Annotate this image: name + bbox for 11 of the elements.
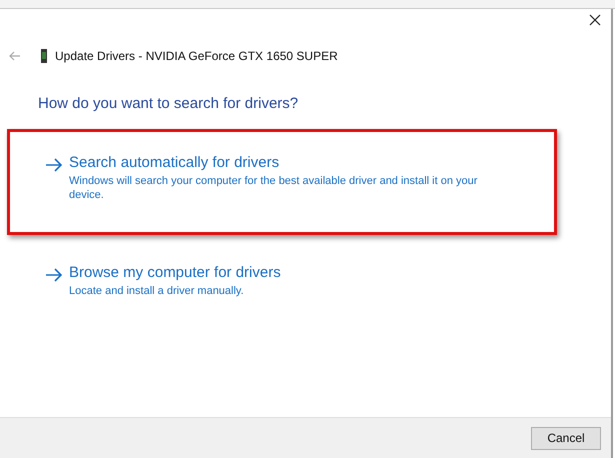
option-description: Locate and install a driver manually. [69, 284, 245, 298]
arrow-icon [45, 268, 63, 282]
close-icon[interactable] [589, 14, 601, 26]
option-link[interactable]: Search automatically for drivers [69, 154, 481, 171]
dialog-title: Update Drivers - NVIDIA GeForce GTX 1650 SUPER [55, 49, 338, 63]
option-link[interactable]: Browse my computer for drivers [69, 264, 481, 281]
option-description: Windows will search your computer for the best available driver and install it on your device. [69, 174, 478, 202]
arrow-icon [45, 158, 63, 172]
dialog-heading: How do you want to search for drivers? [38, 95, 300, 112]
cancel-button[interactable]: Cancel [531, 426, 601, 450]
graphics-card-icon [41, 49, 47, 63]
